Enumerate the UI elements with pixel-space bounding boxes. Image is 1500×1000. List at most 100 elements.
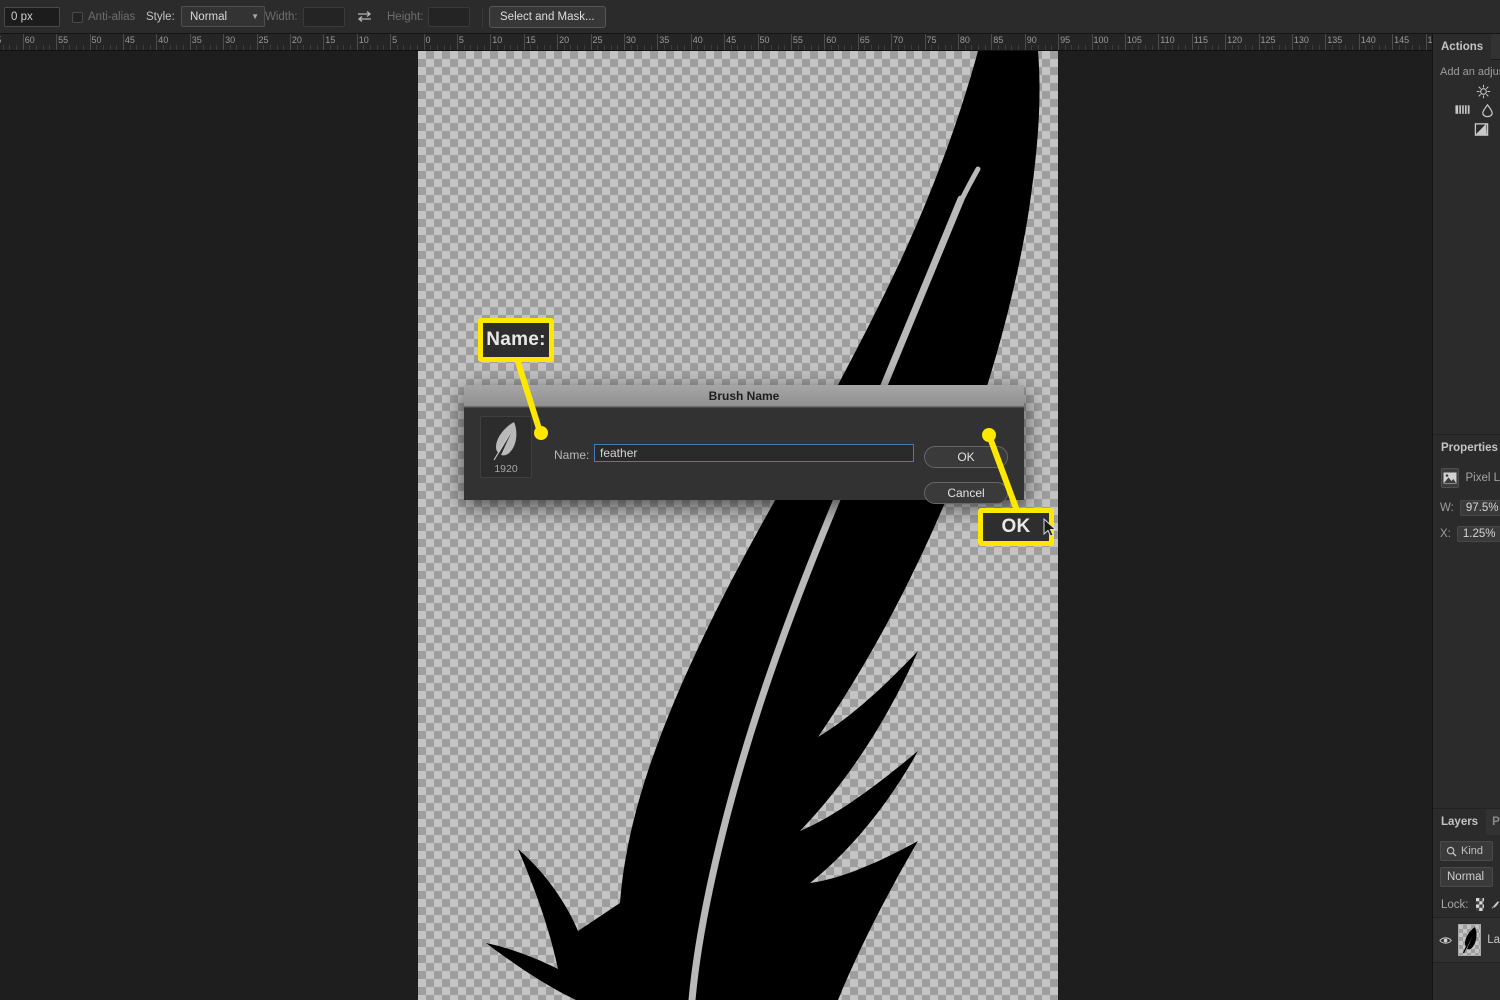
ruler-tick-label: 45: [124, 35, 135, 45]
width-label: Width:: [265, 11, 298, 23]
canvas-document[interactable]: [418, 51, 1058, 1000]
tab-layers[interactable]: Layers: [1433, 808, 1487, 835]
right-dock-panel: Actions Add an adjus Properties Pixel L …: [1432, 34, 1500, 1000]
dialog-title: Brush Name: [708, 388, 780, 403]
ruler-tick-label: 10: [358, 35, 369, 45]
toolbar-divider: [482, 7, 483, 27]
ruler-tick-label: 65: [0, 35, 1, 45]
ruler-tick-label: 60: [826, 35, 837, 45]
add-adjustment-text: Add an adjus: [1440, 66, 1500, 78]
ruler-tick-label: 25: [592, 35, 603, 45]
options-bar: 0 px Anti-alias Style: Normal ▼ Width: H…: [0, 0, 1500, 34]
blend-mode-value: Normal: [1447, 871, 1485, 883]
vibrance-icon[interactable]: [1479, 103, 1496, 118]
layers-panel-body: Kind Normal Lock: La: [1433, 841, 1500, 1000]
antialias-checkbox-box[interactable]: [72, 11, 83, 23]
brightness-icon[interactable]: [1475, 84, 1492, 99]
layer-filter-label: Kind: [1461, 845, 1484, 857]
swap-dimensions-icon[interactable]: [356, 8, 373, 29]
feather-artwork: [486, 51, 1040, 1000]
style-select-value: Normal: [190, 10, 228, 23]
ok-button-label: OK: [957, 450, 975, 464]
ruler-tick-label: 35: [659, 35, 670, 45]
height-label: Height:: [387, 11, 424, 23]
tab-actions[interactable]: Actions: [1433, 34, 1492, 60]
properties-panel-body: Pixel L W: 97.5% X: 1.25%: [1433, 461, 1500, 809]
ruler-tick-label: 145: [1394, 35, 1410, 45]
ok-button[interactable]: OK: [924, 446, 1008, 468]
property-row-width: W: 97.5%: [1433, 495, 1500, 521]
tab-properties[interactable]: Properties: [1433, 434, 1500, 461]
ruler-tick-label: 90: [1026, 35, 1037, 45]
feather-icon: [493, 422, 517, 461]
ruler-tick-label: 100: [1093, 35, 1109, 45]
feather-thumbnail-icon: [1462, 927, 1477, 954]
ruler-tick-label: 85: [993, 35, 1004, 45]
lock-label: Lock:: [1441, 898, 1469, 911]
ruler-tick-label: 125: [1260, 35, 1276, 45]
chevron-down-icon: ▼: [251, 12, 259, 21]
style-select[interactable]: Normal ▼: [181, 6, 265, 27]
ruler-tick-label: 55: [792, 35, 803, 45]
workspace: [0, 51, 1432, 1000]
ruler-tick-label: 95: [1060, 35, 1071, 45]
property-value-x[interactable]: 1.25%: [1456, 526, 1500, 542]
feather-value-text: 0 px: [11, 11, 33, 23]
brush-thumbnail-number: 1920: [494, 463, 518, 475]
levels-icon[interactable]: [1454, 103, 1471, 118]
properties-panel-tabbar: Properties: [1433, 434, 1500, 461]
dialog-titlebar[interactable]: Brush Name: [464, 385, 1024, 407]
ruler-tick-label: 50: [91, 35, 102, 45]
style-label: Style:: [146, 11, 175, 23]
adjustment-icon-row-3: [1433, 120, 1500, 139]
blend-mode-select[interactable]: Normal: [1440, 867, 1493, 887]
ruler-tick-label: 140: [1360, 35, 1376, 45]
tab-paths-label: P: [1492, 815, 1500, 828]
name-label: Name:: [554, 448, 590, 462]
antialias-checkbox[interactable]: Anti-alias: [72, 11, 141, 23]
ruler-tick-label: 75: [926, 35, 937, 45]
layer-thumbnail[interactable]: [1458, 924, 1482, 956]
search-icon: [1446, 846, 1457, 856]
property-row-x: X: 1.25%: [1433, 521, 1500, 547]
select-and-mask-label: Select and Mask...: [500, 11, 595, 23]
brush-name-input[interactable]: [594, 444, 914, 462]
ruler-tick-label: 50: [759, 35, 770, 45]
ruler-tick-label: 80: [959, 35, 970, 45]
horizontal-ruler[interactable]: 6560555045403530252015105051015202530354…: [0, 34, 1500, 51]
brush-name-dialog: Brush Name 1920 Name: OK Cancel: [464, 385, 1024, 504]
brush-preview-thumbnail: 1920: [480, 416, 532, 478]
ruler-tick-label: 120: [1227, 35, 1243, 45]
width-input[interactable]: [303, 7, 345, 27]
ruler-tick-label: 15: [325, 35, 336, 45]
ruler-tick-label: 110: [1160, 35, 1175, 45]
ruler-tick-label: 20: [559, 35, 570, 45]
property-label-x: X:: [1440, 528, 1451, 540]
ruler-tick-label: 40: [158, 35, 169, 45]
exposure-icon[interactable]: [1473, 122, 1490, 137]
antialias-label: Anti-alias: [88, 11, 136, 23]
layer-row-item[interactable]: La: [1433, 917, 1500, 963]
dialog-body: 1920 Name: OK Cancel: [464, 407, 1024, 504]
feather-value-input[interactable]: 0 px: [4, 7, 60, 27]
ruler-tick-label: 60: [24, 35, 35, 45]
select-and-mask-button[interactable]: Select and Mask...: [489, 6, 606, 28]
property-label-w: W:: [1440, 502, 1454, 514]
tab-layers-label: Layers: [1441, 815, 1479, 828]
brush-lock-icon[interactable]: [1491, 898, 1500, 911]
ruler-tick-label: 25: [258, 35, 269, 45]
eye-icon[interactable]: [1439, 935, 1452, 946]
tab-paths[interactable]: P: [1486, 808, 1500, 835]
height-input[interactable]: [428, 7, 470, 27]
transparency-lock-icon[interactable]: [1475, 898, 1485, 911]
cancel-button[interactable]: Cancel: [924, 482, 1008, 504]
tab-properties-label: Properties: [1441, 441, 1498, 454]
property-value-w[interactable]: 97.5%: [1459, 500, 1500, 516]
ruler-tick-label: 55: [58, 35, 69, 45]
pixel-layer-icon: [1441, 468, 1460, 488]
layer-filter-row[interactable]: Kind: [1440, 841, 1493, 861]
ruler-tick-label: 15: [525, 35, 536, 45]
actions-panel-body: Add an adjus: [1433, 60, 1500, 435]
adjustment-icon-row-2: [1433, 101, 1500, 120]
ruler-tick-label: 10: [492, 35, 503, 45]
